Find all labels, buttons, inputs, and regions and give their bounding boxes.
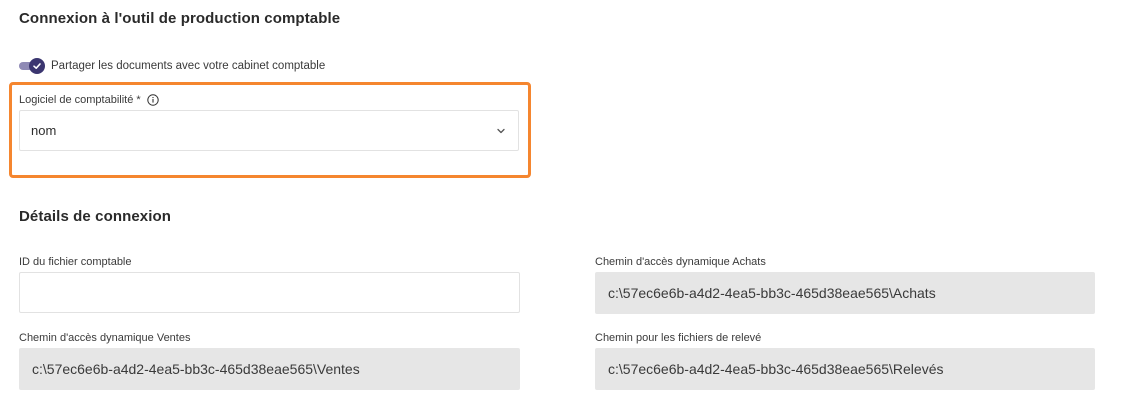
share-toggle-row: Partager les documents avec votre cabine… <box>19 56 325 76</box>
accounting-software-selected-value: nom <box>31 123 57 138</box>
sales-path-label: Chemin d'accès dynamique Ventes <box>19 332 191 344</box>
accounting-software-select[interactable]: nom <box>19 110 519 151</box>
check-icon <box>33 63 41 69</box>
accounting-software-label: Logiciel de comptabilité * <box>19 94 141 106</box>
connection-section-title: Connexion à l'outil de production compta… <box>19 10 341 27</box>
file-id-input[interactable] <box>19 272 520 313</box>
file-id-label: ID du fichier comptable <box>19 256 132 268</box>
sales-path-field: c:\57ec6e6b-a4d2-4ea5-bb3c-465d38eae565\… <box>19 348 520 390</box>
purchases-path-field: c:\57ec6e6b-a4d2-4ea5-bb3c-465d38eae565\… <box>595 272 1095 314</box>
share-documents-label: Partager les documents avec votre cabine… <box>51 60 326 72</box>
toggle-knob <box>29 58 45 74</box>
share-documents-toggle[interactable] <box>19 58 45 74</box>
statements-path-label: Chemin pour les fichiers de relevé <box>595 332 762 344</box>
purchases-path-label: Chemin d'accès dynamique Achats <box>595 256 766 268</box>
accounting-software-label-row: Logiciel de comptabilité * <box>19 94 159 106</box>
details-section-title: Détails de connexion <box>19 208 172 225</box>
statements-path-field: c:\57ec6e6b-a4d2-4ea5-bb3c-465d38eae565\… <box>595 348 1095 390</box>
info-icon[interactable] <box>146 94 159 106</box>
chevron-down-icon <box>497 128 505 133</box>
